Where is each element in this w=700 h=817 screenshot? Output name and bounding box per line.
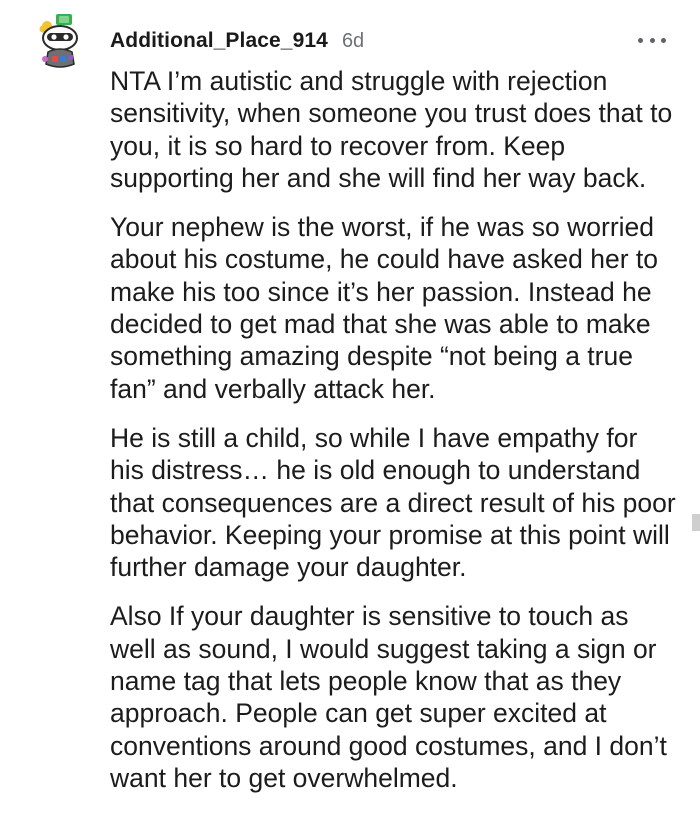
comment-paragraph: He is still a child, so while I have emp…	[110, 422, 676, 583]
scrollbar-thumb[interactable]	[692, 514, 700, 531]
username-link[interactable]: Additional_Place_914	[110, 29, 328, 53]
comment-body: NTA I’m autistic and struggle with rejec…	[110, 65, 678, 811]
comment-paragraph: NTA I’m autistic and struggle with rejec…	[110, 66, 673, 193]
comment-paragraph: Your nephew is the worst, if he was so w…	[110, 212, 659, 404]
comment: Additional_Place_914 6d NTA I’m autistic…	[0, 0, 700, 817]
comment-paragraph: Also If your daughter is sensitive to to…	[110, 601, 667, 793]
more-horizontal-icon-dot	[661, 37, 666, 43]
comment-timestamp[interactable]: 6d	[342, 30, 364, 53]
user-avatar[interactable]	[34, 12, 86, 70]
snoo-avatar-icon	[39, 14, 78, 68]
comment-header: Additional_Place_914 6d	[110, 26, 364, 56]
more-options-button[interactable]	[638, 30, 666, 50]
more-horizontal-icon-dot	[649, 37, 655, 43]
more-horizontal-icon-dot	[638, 37, 643, 43]
